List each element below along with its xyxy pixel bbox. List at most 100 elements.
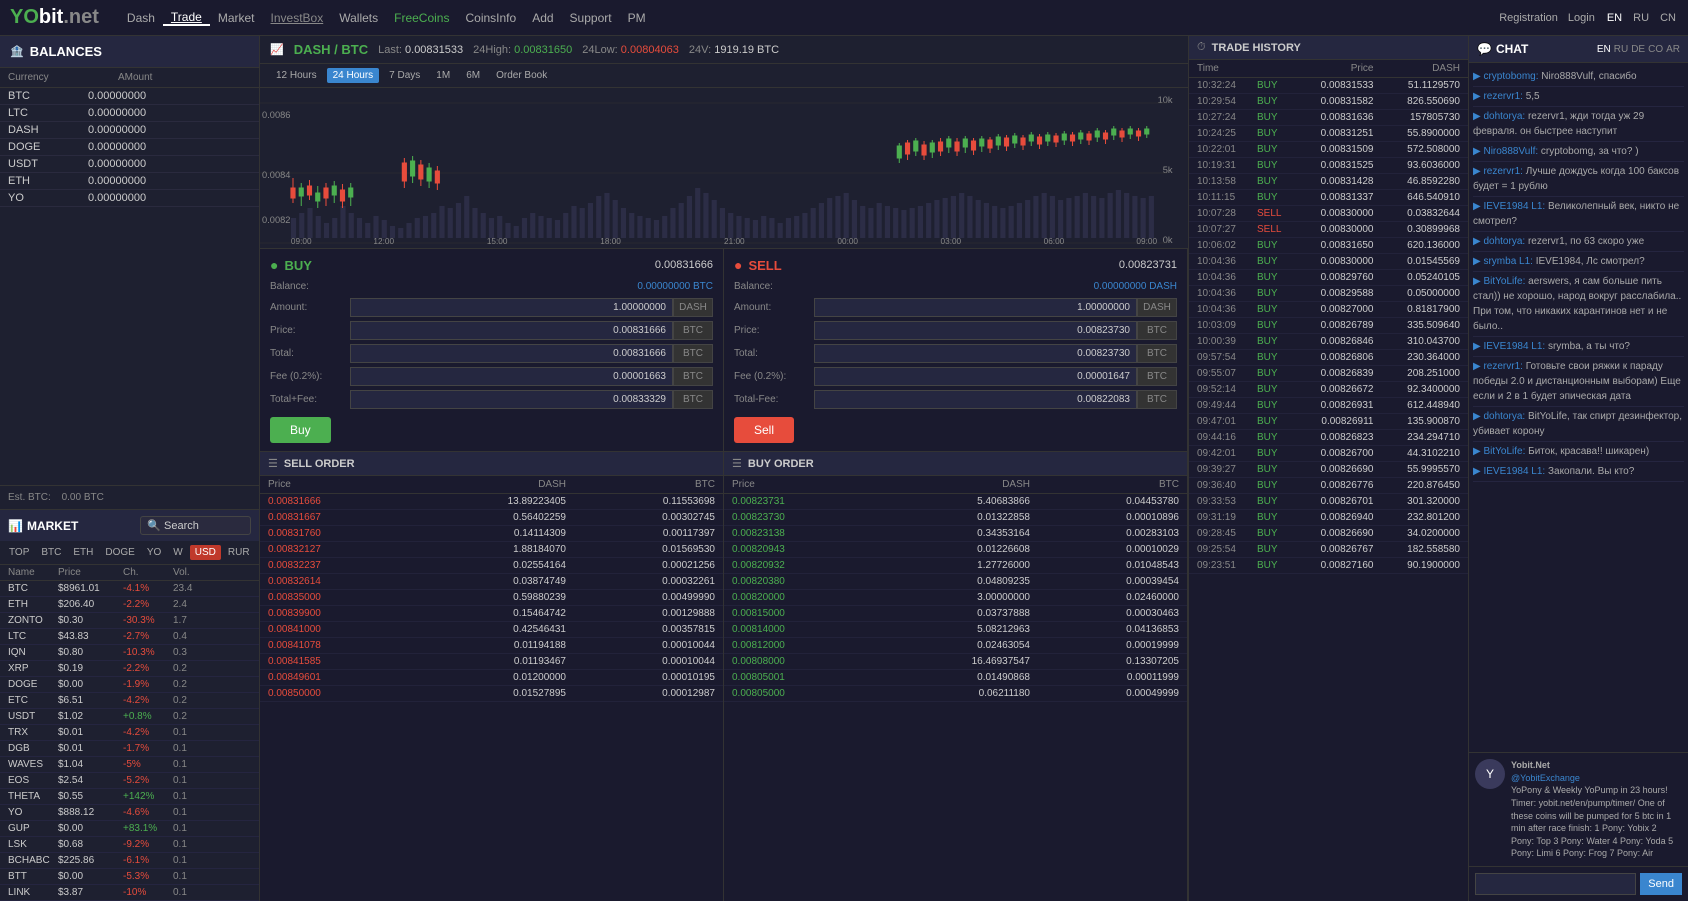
chat-username[interactable]: ▶ IEVE1984 L1: [1473, 341, 1548, 352]
sell-order-row[interactable]: 0.00841078 0.01194188 0.00010044 [260, 638, 723, 654]
nav-add[interactable]: Add [524, 11, 561, 25]
market-tab-doge[interactable]: DOGE [100, 545, 139, 560]
market-row[interactable]: EOS $2.54 -5.2% 0.1 [0, 773, 259, 789]
nav-freecoins[interactable]: FreeCoins [386, 11, 457, 25]
chat-username[interactable]: ▶ srymba L1: [1473, 256, 1536, 267]
tf-6m[interactable]: 6M [460, 68, 486, 83]
market-row[interactable]: USDT $1.02 +0.8% 0.2 [0, 709, 259, 725]
market-row[interactable]: LINK $3.87 -10% 0.1 [0, 885, 259, 901]
tf-1m[interactable]: 1M [430, 68, 456, 83]
sell-total-input[interactable] [814, 344, 1137, 363]
login-link[interactable]: Login [1568, 12, 1595, 24]
market-row[interactable]: THETA $0.55 +142% 0.1 [0, 789, 259, 805]
buy-order-row[interactable]: 0.00823731 5.40683866 0.04453780 [724, 494, 1187, 510]
chat-username[interactable]: ▶ Niro888Vulf: [1473, 146, 1541, 157]
buy-order-row[interactable]: 0.00814000 5.08212963 0.04136853 [724, 622, 1187, 638]
buy-order-row[interactable]: 0.00805001 0.01490868 0.00011999 [724, 670, 1187, 686]
sell-order-row[interactable]: 0.00850000 0.01527895 0.00012987 [260, 686, 723, 702]
market-row[interactable]: LTC $43.83 -2.7% 0.4 [0, 629, 259, 645]
reg-link[interactable]: Registration [1499, 12, 1558, 24]
market-tab-w[interactable]: W [168, 545, 187, 560]
buy-order-row[interactable]: 0.00823730 0.01322858 0.00010896 [724, 510, 1187, 526]
market-row[interactable]: BCHABC $225.86 -6.1% 0.1 [0, 853, 259, 869]
buy-order-row[interactable]: 0.00820943 0.01226608 0.00010029 [724, 542, 1187, 558]
chat-username[interactable]: ▶ BitYoLife: [1473, 276, 1528, 287]
sell-fee-input[interactable] [814, 367, 1137, 386]
buy-order-row[interactable]: 0.00823138 0.34353164 0.00283103 [724, 526, 1187, 542]
logo[interactable]: YObit.net [10, 6, 99, 29]
market-row[interactable]: DGB $0.01 -1.7% 0.1 [0, 741, 259, 757]
buy-total-input[interactable] [350, 344, 673, 363]
chat-username[interactable]: ▶ rezervr1: [1473, 91, 1526, 102]
chat-username[interactable]: ▶ dohtorya: [1473, 111, 1528, 122]
buy-order-row[interactable]: 0.00808000 16.46937547 0.13307205 [724, 654, 1187, 670]
sell-button[interactable]: Sell [734, 417, 794, 443]
market-row[interactable]: XRP $0.19 -2.2% 0.2 [0, 661, 259, 677]
market-row[interactable]: DOGE $0.00 -1.9% 0.2 [0, 677, 259, 693]
market-tab-yo[interactable]: YO [142, 545, 166, 560]
buy-order-row[interactable]: 0.00820000 3.00000000 0.02460000 [724, 590, 1187, 606]
tf-12h[interactable]: 12 Hours [270, 68, 323, 83]
market-row[interactable]: IQN $0.80 -10.3% 0.3 [0, 645, 259, 661]
buy-price-input[interactable] [350, 321, 673, 340]
chat-username[interactable]: ▶ IEVE1984 L1: [1473, 466, 1548, 477]
market-tab-btc[interactable]: BTC [36, 545, 66, 560]
tf-7d[interactable]: 7 Days [383, 68, 426, 83]
sell-order-row[interactable]: 0.00832614 0.03874749 0.00032261 [260, 574, 723, 590]
chat-username[interactable]: ▶ rezervr1: [1473, 166, 1526, 177]
sell-order-row[interactable]: 0.00832237 0.02554164 0.00021256 [260, 558, 723, 574]
sell-order-row[interactable]: 0.00835000 0.59880239 0.00499990 [260, 590, 723, 606]
chat-username[interactable]: ▶ IEVE1984 L1: [1473, 201, 1548, 212]
market-tab-usd[interactable]: USD [190, 545, 221, 560]
market-tab-top[interactable]: TOP [4, 545, 34, 560]
sell-totalfee-input[interactable] [814, 390, 1137, 409]
search-box[interactable]: 🔍 [140, 516, 251, 535]
tf-24h[interactable]: 24 Hours [327, 68, 380, 83]
buy-order-row[interactable]: 0.00820932 1.27726000 0.01048543 [724, 558, 1187, 574]
nav-trade[interactable]: Trade [163, 10, 210, 26]
chat-username[interactable]: ▶ rezervr1: [1473, 361, 1526, 372]
chat-lang-co[interactable]: CO [1648, 44, 1663, 55]
chat-lang-en[interactable]: EN [1597, 44, 1611, 55]
nav-market[interactable]: Market [210, 11, 263, 25]
market-row[interactable]: WAVES $1.04 -5% 0.1 [0, 757, 259, 773]
sell-order-row[interactable]: 0.00849601 0.01200000 0.00010195 [260, 670, 723, 686]
sell-amount-input[interactable] [814, 298, 1137, 317]
nav-wallets[interactable]: Wallets [331, 11, 386, 25]
chat-lang-de[interactable]: DE [1631, 44, 1645, 55]
sell-price-input[interactable] [814, 321, 1137, 340]
buy-totalfee-input[interactable] [350, 390, 673, 409]
market-row[interactable]: YO $888.12 -4.6% 0.1 [0, 805, 259, 821]
market-row[interactable]: TRX $0.01 -4.2% 0.1 [0, 725, 259, 741]
nav-support[interactable]: Support [562, 11, 620, 25]
market-row[interactable]: LSK $0.68 -9.2% 0.1 [0, 837, 259, 853]
sell-order-row[interactable]: 0.00831667 0.56402259 0.00302745 [260, 510, 723, 526]
nav-coinsinfo[interactable]: CoinsInfo [457, 11, 524, 25]
chat-username[interactable]: ▶ cryptobomg: [1473, 71, 1541, 82]
lang-en[interactable]: EN [1605, 12, 1624, 24]
buy-order-row[interactable]: 0.00815000 0.03737888 0.00030463 [724, 606, 1187, 622]
sell-order-row[interactable]: 0.00831760 0.14114309 0.00117397 [260, 526, 723, 542]
sell-order-row[interactable]: 0.00841000 0.42546431 0.00357815 [260, 622, 723, 638]
chat-username[interactable]: ▶ dohtorya: [1473, 236, 1528, 247]
lang-ru[interactable]: RU [1631, 12, 1651, 24]
chat-input[interactable] [1475, 873, 1636, 895]
market-row[interactable]: BTC $8961.01 -4.1% 23.4 [0, 581, 259, 597]
buy-order-row[interactable]: 0.00805000 0.06211180 0.00049999 [724, 686, 1187, 702]
market-tab-eth[interactable]: ETH [68, 545, 98, 560]
chat-username[interactable]: ▶ dohtorya: [1473, 411, 1528, 422]
buy-order-row[interactable]: 0.00820380 0.04809235 0.00039454 [724, 574, 1187, 590]
market-row[interactable]: BTT $0.00 -5.3% 0.1 [0, 869, 259, 885]
sell-order-row[interactable]: 0.00839900 0.15464742 0.00129888 [260, 606, 723, 622]
chat-username[interactable]: ▶ BitYoLife: [1473, 446, 1528, 457]
buy-button[interactable]: Buy [270, 417, 331, 443]
chat-lang-ar[interactable]: AR [1666, 44, 1680, 55]
buy-order-row[interactable]: 0.00812000 0.02463054 0.00019999 [724, 638, 1187, 654]
market-row[interactable]: GUP $0.00 +83.1% 0.1 [0, 821, 259, 837]
nav-investbox[interactable]: InvestBox [263, 11, 332, 25]
buy-amount-input[interactable] [350, 298, 673, 317]
buy-fee-input[interactable] [350, 367, 673, 386]
market-search-input[interactable] [164, 520, 244, 532]
sell-order-row[interactable]: 0.00841585 0.01193467 0.00010044 [260, 654, 723, 670]
market-row[interactable]: ETH $206.40 -2.2% 2.4 [0, 597, 259, 613]
